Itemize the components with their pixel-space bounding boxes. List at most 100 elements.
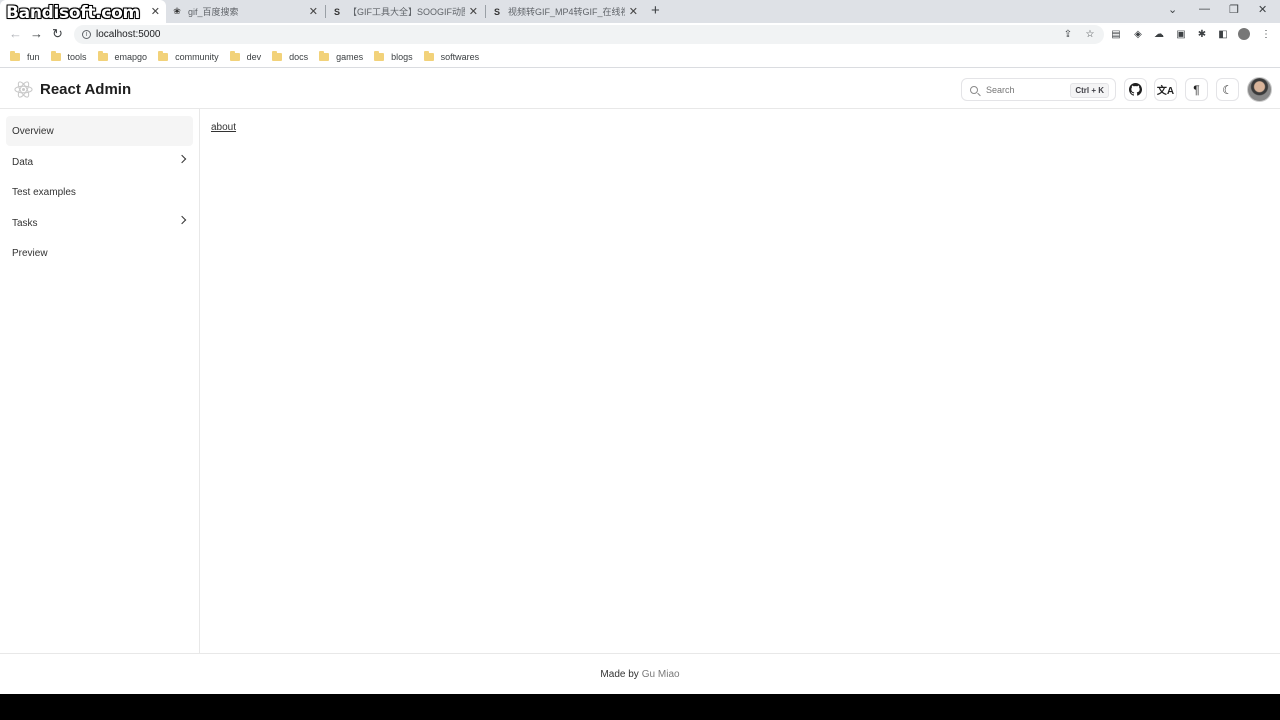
bookmark-label: dev — [246, 51, 262, 62]
folder-icon — [272, 50, 283, 61]
sidebar-item-label: Overview — [12, 125, 54, 137]
close-icon[interactable]: ✕ — [309, 5, 318, 18]
translate-button[interactable]: 文A — [1154, 78, 1177, 101]
footer-prefix: Made by — [600, 668, 639, 680]
sidebar-item-test-examples[interactable]: Test examples — [6, 177, 193, 207]
user-avatar[interactable] — [1247, 77, 1272, 102]
github-button[interactable] — [1124, 78, 1147, 101]
extension-cube-icon[interactable]: ◈ — [1132, 28, 1144, 40]
reload-icon[interactable]: ↻ — [52, 26, 63, 42]
bookmark-folder[interactable]: fun — [10, 50, 40, 62]
tab-search-icon[interactable]: ⌄ — [1168, 3, 1177, 16]
theme-toggle-button[interactable]: ☾ — [1216, 78, 1239, 101]
tab-title: 【GIF工具大全】SOOGIF动图工 — [348, 7, 465, 17]
folder-icon — [229, 50, 240, 61]
bookmark-folder[interactable]: emapgo — [97, 50, 148, 62]
footer-author-link[interactable]: Gu Miao — [642, 669, 680, 680]
search-box[interactable]: Ctrl + K — [961, 78, 1116, 101]
window-close-icon[interactable]: ✕ — [1258, 3, 1267, 16]
bookmark-folder[interactable]: blogs — [374, 50, 413, 62]
bookmark-label: games — [336, 51, 364, 62]
extension-cloud-icon[interactable]: ☁ — [1153, 28, 1165, 40]
back-icon[interactable]: ← — [9, 26, 22, 41]
sidebar-item-label: Preview — [12, 247, 48, 259]
translate-icon: 文A — [1156, 86, 1175, 97]
new-tab-icon[interactable]: + — [651, 2, 660, 19]
close-icon[interactable]: ✕ — [469, 5, 478, 18]
main-content: about — [200, 109, 1280, 653]
search-shortcut-badge: Ctrl + K — [1070, 83, 1109, 98]
browser-tab[interactable]: S 【GIF工具大全】SOOGIF动图工 ✕ — [326, 0, 484, 23]
bookmark-label: blogs — [391, 51, 413, 62]
profile-avatar-icon[interactable] — [1238, 28, 1250, 40]
react-logo-icon — [14, 81, 33, 98]
browser-tab[interactable]: S 视频转GIF_MP4转GIF_在线视频 ✕ — [486, 0, 644, 23]
search-icon — [970, 85, 978, 94]
text-direction-icon: ¶ — [1193, 82, 1200, 97]
sidebar-item-preview[interactable]: Preview — [6, 238, 193, 268]
extensions-puzzle-icon[interactable]: ✱ — [1196, 28, 1208, 40]
browser-toolbar: ← → ↻ i localhost:5000 ⇪ ☆ ▤ ◈ ☁ ▣ ✱ ◧ ⋮ — [0, 23, 1280, 46]
s-icon: S — [493, 6, 500, 17]
bookmark-label: softwares — [440, 51, 480, 62]
minimize-icon[interactable]: — — [1199, 3, 1210, 15]
bookmark-label: emapgo — [114, 51, 148, 62]
watermark-text: Bandisoft.com — [6, 3, 140, 23]
bookmark-folder[interactable]: softwares — [423, 50, 480, 62]
bookmark-folder[interactable]: games — [319, 50, 364, 62]
sidebar-item-label: Data — [12, 156, 34, 168]
sidebar-item-tasks[interactable]: Tasks — [6, 208, 193, 238]
bookmark-label: docs — [289, 51, 309, 62]
bookmark-folder[interactable]: dev — [229, 50, 262, 62]
tab-title: 视频转GIF_MP4转GIF_在线视频 — [508, 7, 625, 17]
folder-icon — [423, 50, 434, 61]
share-icon[interactable]: ⇪ — [1062, 28, 1074, 40]
address-url: localhost:5000 — [96, 29, 161, 40]
sidebar-item-label: Tasks — [12, 217, 38, 229]
close-icon[interactable]: ✕ — [151, 5, 160, 18]
app-brand-title: React Admin — [40, 81, 132, 98]
info-icon[interactable]: i — [82, 30, 91, 39]
extension-reader-icon[interactable]: ▤ — [1110, 28, 1122, 40]
screen-bottom-bar — [0, 694, 1280, 720]
folder-icon — [97, 50, 108, 61]
bookmark-label: community — [175, 51, 219, 62]
moon-icon: ☾ — [1222, 82, 1233, 97]
bookmark-folder[interactable]: docs — [272, 50, 309, 62]
github-icon — [1129, 83, 1142, 96]
menu-kebab-icon[interactable]: ⋮ — [1260, 28, 1272, 40]
about-link[interactable]: about — [211, 122, 236, 133]
search-input[interactable] — [986, 84, 1070, 95]
close-icon[interactable]: ✕ — [629, 5, 638, 18]
footer: Made by Gu Miao — [0, 653, 1280, 694]
chevron-right-icon — [177, 154, 187, 164]
text-direction-button[interactable]: ¶ — [1185, 78, 1208, 101]
side-panel-icon[interactable]: ◧ — [1217, 28, 1229, 40]
folder-icon — [10, 50, 20, 61]
sidebar-item-overview[interactable]: Overview — [6, 116, 193, 146]
app-header: React Admin Ctrl + K 文A ¶ ☾ — [0, 69, 1280, 109]
star-icon[interactable]: ☆ — [1084, 28, 1096, 40]
address-bar[interactable]: i localhost:5000 — [74, 25, 1104, 44]
folder-icon — [374, 50, 385, 61]
bookmark-label: fun — [27, 51, 40, 62]
bookmarks-bar: fun tools emapgo community dev docs game… — [0, 46, 1280, 68]
bookmark-label: tools — [67, 51, 87, 62]
folder-icon — [158, 50, 169, 61]
browser-tab-strip: Bandisoft.com ✕ Bandisoft.com ❀ gif_百度搜索… — [0, 0, 1280, 23]
sidebar-item-data[interactable]: Data — [6, 147, 193, 177]
forward-icon[interactable]: → — [30, 26, 43, 41]
sidebar-item-label: Test examples — [12, 186, 76, 198]
paw-icon: ❀ — [173, 6, 181, 16]
folder-icon — [50, 50, 61, 61]
sidebar: Overview Data Test examples Tasks Previe… — [0, 109, 200, 653]
tab-title: gif_百度搜索 — [188, 7, 239, 17]
bookmark-folder[interactable]: tools — [50, 50, 87, 62]
chevron-right-icon — [177, 215, 187, 225]
s-icon: S — [333, 6, 340, 17]
browser-tab[interactable]: ❀ gif_百度搜索 ✕ — [166, 0, 324, 23]
extension-screenshot-icon[interactable]: ▣ — [1175, 28, 1187, 40]
restore-icon[interactable]: ❐ — [1229, 3, 1239, 16]
bookmark-folder[interactable]: community — [158, 50, 219, 62]
folder-icon — [319, 50, 330, 61]
